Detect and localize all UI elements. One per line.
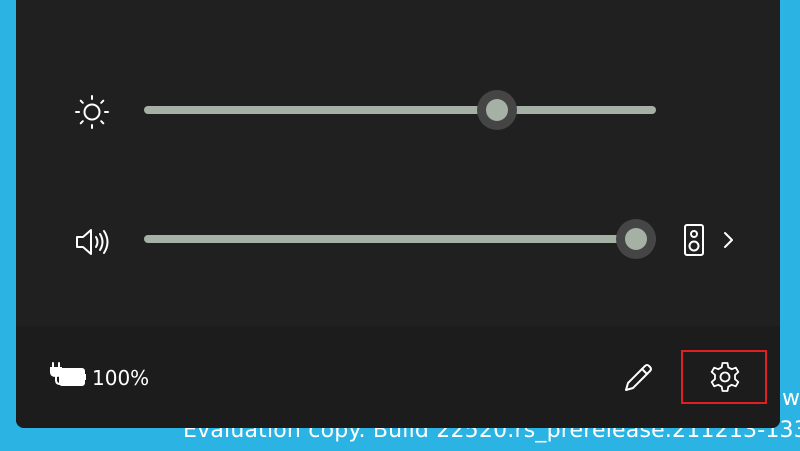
pencil-icon[interactable] — [620, 360, 656, 396]
brightness-slider[interactable] — [144, 90, 656, 130]
volume-slider[interactable] — [144, 219, 656, 259]
volume-slider-thumb[interactable] — [615, 219, 656, 259]
brightness-slider-thumb[interactable] — [477, 90, 518, 130]
battery-charging-icon[interactable] — [48, 360, 88, 390]
desktop-background: Evaluation copy. Build 22520.rs_prerelea… — [0, 0, 800, 451]
chevron-right-icon[interactable] — [718, 228, 738, 252]
volume-slider-track[interactable] — [144, 235, 656, 243]
watermark-trailing-text: w — [782, 386, 800, 411]
quick-settings-panel: 100% — [16, 0, 780, 428]
volume-icon[interactable] — [72, 222, 112, 262]
brightness-slider-track[interactable] — [144, 106, 656, 114]
settings-highlight-box — [681, 350, 767, 404]
quick-settings-footer: 100% — [16, 326, 780, 428]
sliders-section — [16, 0, 780, 326]
speaker-icon[interactable] — [682, 222, 706, 258]
brightness-icon — [75, 95, 109, 129]
battery-percentage[interactable]: 100% — [92, 366, 149, 390]
